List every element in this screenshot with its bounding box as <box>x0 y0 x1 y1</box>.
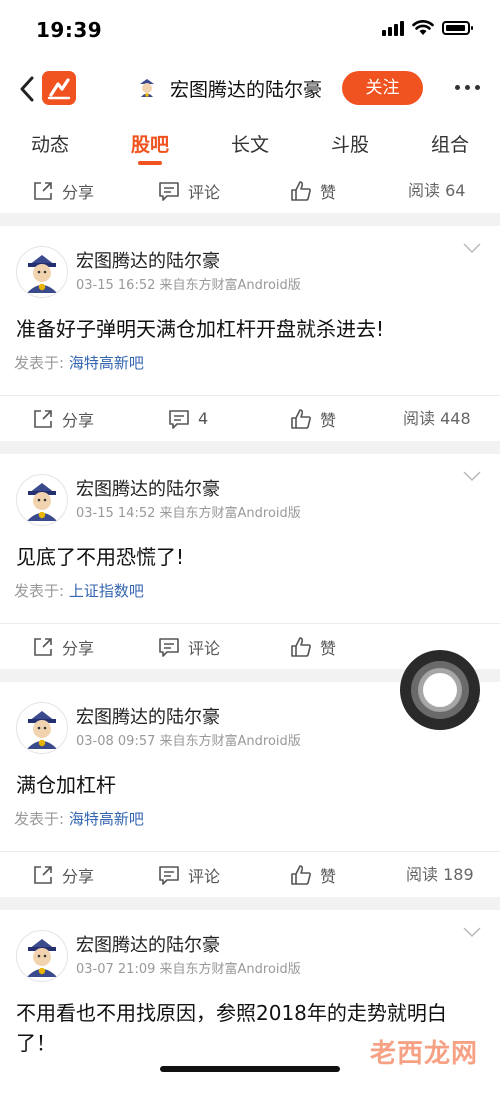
share-label: 分享 <box>62 638 95 658</box>
post-meta: 03-07 21:09 来自东方财富Android版 <box>76 962 301 977</box>
status-bar: 19:39 <box>0 0 500 58</box>
tab-dougu[interactable]: 斗股 <box>310 130 390 157</box>
author-avatar[interactable] <box>16 246 68 298</box>
board-link[interactable]: 海特高新吧 <box>69 810 144 828</box>
comment-label: 评论 <box>188 182 221 202</box>
author-avatar[interactable] <box>16 474 68 526</box>
read-count: 阅读 189 <box>406 865 474 884</box>
comment-icon <box>159 637 179 657</box>
post-text[interactable]: 满仓加杠杆 <box>0 760 500 800</box>
tab-bar: 动态 股吧 长文 斗股 组合 <box>0 120 500 168</box>
post-action-bar: 分享 评论 赞 阅读 64 <box>0 168 500 213</box>
status-icons <box>382 20 473 36</box>
comment-label: 评论 <box>188 638 221 658</box>
author-avatar[interactable] <box>16 702 68 754</box>
back-button[interactable] <box>14 72 42 106</box>
share-icon <box>34 409 52 428</box>
watermark: 老西龙网 <box>370 1039 479 1069</box>
follow-button[interactable]: 关注 <box>342 71 423 105</box>
more-options-button[interactable] <box>455 85 480 90</box>
like-button[interactable]: 赞 <box>290 852 336 897</box>
comment-button[interactable]: 评论 <box>158 168 220 213</box>
board-link[interactable]: 上证指数吧 <box>69 582 144 600</box>
post-text[interactable]: 见底了不用恐慌了! <box>0 532 500 572</box>
tab-longform[interactable]: 长文 <box>210 130 290 157</box>
post-item[interactable]: 宏图腾达的陆尔豪 03-15 16:52 来自东方财富Android版 准备好子… <box>0 226 500 441</box>
home-indicator[interactable] <box>160 1066 340 1072</box>
author-name[interactable]: 宏图腾达的陆尔豪 <box>76 247 220 273</box>
post-origin: 发表于: 海特高新吧 <box>0 344 500 384</box>
thumbs-up-icon <box>291 864 311 885</box>
post-meta: 03-08 09:57 来自东方财富Android版 <box>76 734 301 749</box>
thumbs-up-icon <box>291 408 311 429</box>
thumbs-up-icon <box>291 180 311 201</box>
share-button[interactable]: 分享 <box>32 624 94 669</box>
like-label: 赞 <box>320 410 337 430</box>
chevron-down-icon[interactable] <box>462 926 482 938</box>
header-avatar <box>134 75 160 101</box>
comment-icon <box>159 865 179 885</box>
post-item[interactable]: 宏图腾达的陆尔豪 03-07 21:09 来自东方财富Android版 不用看也… <box>0 910 500 1110</box>
share-icon <box>34 181 52 200</box>
chevron-down-icon[interactable] <box>462 470 482 482</box>
share-button[interactable]: 分享 <box>32 852 94 897</box>
like-label: 赞 <box>320 866 337 886</box>
post-origin: 发表于: 上证指数吧 <box>0 572 500 612</box>
active-tab-indicator <box>138 161 162 165</box>
tab-guba[interactable]: 股吧 <box>110 130 190 157</box>
wifi-icon <box>412 20 434 35</box>
comment-icon <box>169 409 189 429</box>
post-action-bar: 分享 4 赞 阅读 448 <box>0 395 500 441</box>
origin-prefix: 发表于: <box>14 582 65 600</box>
comment-label: 评论 <box>188 866 221 886</box>
post-action-bar: 分享 评论 赞 阅读 189 <box>0 851 500 897</box>
author-name[interactable]: 宏图腾达的陆尔豪 <box>76 703 220 729</box>
comment-count: 4 <box>198 409 209 428</box>
share-label: 分享 <box>62 866 95 886</box>
board-link[interactable]: 海特高新吧 <box>69 354 144 372</box>
status-time: 19:39 <box>36 18 103 42</box>
share-button[interactable]: 分享 <box>32 168 94 213</box>
post-text[interactable]: 准备好子弹明天满仓加杠杆开盘就杀进去! <box>0 304 500 344</box>
header-title: 宏图腾达的陆尔豪 <box>170 79 323 101</box>
comment-icon <box>159 181 179 201</box>
chevron-down-icon[interactable] <box>462 242 482 254</box>
assistive-touch-button[interactable] <box>400 650 480 730</box>
battery-icon <box>442 21 473 35</box>
read-count: 阅读 64 <box>408 181 466 200</box>
author-name[interactable]: 宏图腾达的陆尔豪 <box>76 931 220 957</box>
origin-prefix: 发表于: <box>14 354 65 372</box>
share-label: 分享 <box>62 410 95 430</box>
like-button[interactable]: 赞 <box>290 396 336 441</box>
like-button[interactable]: 赞 <box>290 624 336 669</box>
post-origin: 发表于: 海特高新吧 <box>0 800 500 840</box>
like-label: 赞 <box>320 182 337 202</box>
comment-button[interactable]: 评论 <box>158 624 220 669</box>
cellular-signal-icon <box>382 20 404 36</box>
author-avatar[interactable] <box>16 930 68 982</box>
post-meta: 03-15 16:52 来自东方财富Android版 <box>76 278 301 293</box>
app-logo[interactable] <box>42 71 76 105</box>
tab-portfolio[interactable]: 组合 <box>410 130 490 157</box>
like-button[interactable]: 赞 <box>290 168 336 213</box>
author-name[interactable]: 宏图腾达的陆尔豪 <box>76 475 220 501</box>
like-label: 赞 <box>320 638 337 658</box>
comment-button[interactable]: 4 <box>168 396 208 441</box>
read-count: 阅读 448 <box>403 409 471 428</box>
post-item[interactable]: 宏图腾达的陆尔豪 03-15 14:52 来自东方财富Android版 见底了不… <box>0 454 500 669</box>
separator <box>0 213 500 226</box>
share-icon <box>34 865 52 884</box>
tab-dynamics[interactable]: 动态 <box>10 130 90 157</box>
origin-prefix: 发表于: <box>14 810 65 828</box>
share-button[interactable]: 分享 <box>32 396 94 441</box>
thumbs-up-icon <box>291 636 311 657</box>
nav-header: 宏图腾达的陆尔豪 关注 <box>0 58 500 120</box>
share-label: 分享 <box>62 182 95 202</box>
separator <box>0 897 500 910</box>
share-icon <box>34 637 52 656</box>
separator <box>0 441 500 454</box>
comment-button[interactable]: 评论 <box>158 852 220 897</box>
post-meta: 03-15 14:52 来自东方财富Android版 <box>76 506 301 521</box>
post-feed[interactable]: 分享 评论 赞 阅读 64 宏图腾达的陆尔豪 03-15 16:52 来自东方财… <box>0 168 500 1110</box>
